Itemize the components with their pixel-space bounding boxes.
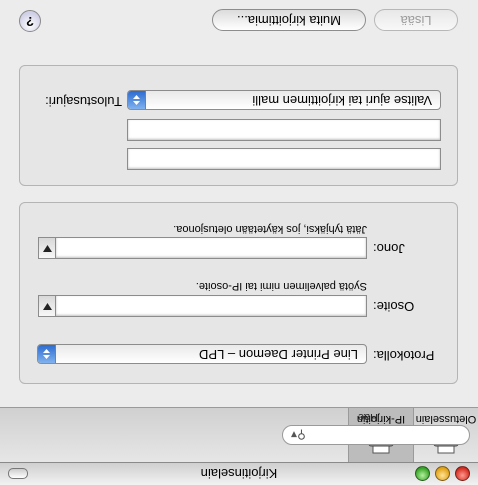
- add-button[interactable]: Lisää: [374, 9, 458, 31]
- popup-arrows-icon: [38, 345, 56, 363]
- address-field[interactable]: [55, 295, 367, 317]
- protocol-value: Line Printer Daemon – LPD: [199, 347, 358, 362]
- name-field[interactable]: [127, 148, 441, 170]
- toolbar-toggle-button[interactable]: [8, 468, 28, 479]
- address-combo-button[interactable]: [38, 295, 56, 317]
- toolbar: Oletusselain IP-kirjoitin ⚲▾ Hae: [0, 407, 478, 462]
- print-using-label: Tulostusajuri:: [45, 94, 122, 109]
- popup-arrows-icon: [128, 91, 146, 109]
- tab-default-browser-label: Oletusselain: [415, 413, 477, 425]
- search-input[interactable]: ⚲▾: [282, 425, 470, 445]
- search-label: Hae: [357, 411, 378, 423]
- queue-label: Jono:: [373, 241, 405, 256]
- protocol-popup[interactable]: Line Printer Daemon – LPD: [37, 344, 367, 364]
- address-label: Osoite:: [373, 299, 415, 314]
- window-title: Kirjoitinselain: [200, 466, 278, 481]
- address-hint: Syötä palvelimen nimi tai IP-osoite.: [195, 280, 367, 292]
- queue-field[interactable]: [55, 237, 367, 259]
- protocol-label: Protokolla:: [373, 348, 435, 363]
- print-using-value: Valitse ajuri tai kirjoittimen malli: [252, 93, 432, 108]
- title-bar: Kirjoitinselain: [0, 462, 478, 485]
- more-printers-button[interactable]: Muita kirjoittimia...: [212, 9, 366, 31]
- queue-hint: Jätä tyhjäksi, jos käytetään oletusjonoa…: [173, 223, 367, 235]
- protocol-group: Protokolla: Line Printer Daemon – LPD Os…: [19, 202, 458, 384]
- printer-browser-window: Kirjoitinselain Oletusselain IP-kirjoiti…: [0, 0, 478, 485]
- location-field[interactable]: [127, 119, 441, 141]
- print-using-popup[interactable]: Valitse ajuri tai kirjoittimen malli: [127, 90, 441, 110]
- chevron-down-icon: [43, 245, 52, 252]
- help-button[interactable]: ?: [19, 10, 41, 32]
- chevron-down-icon: [43, 303, 52, 310]
- magnifier-icon: ⚲▾: [291, 428, 306, 442]
- printer-info-group: Nimi: Sijainti: Tulostusajuri: Valitse a…: [19, 65, 458, 186]
- queue-combo-button[interactable]: [38, 237, 56, 259]
